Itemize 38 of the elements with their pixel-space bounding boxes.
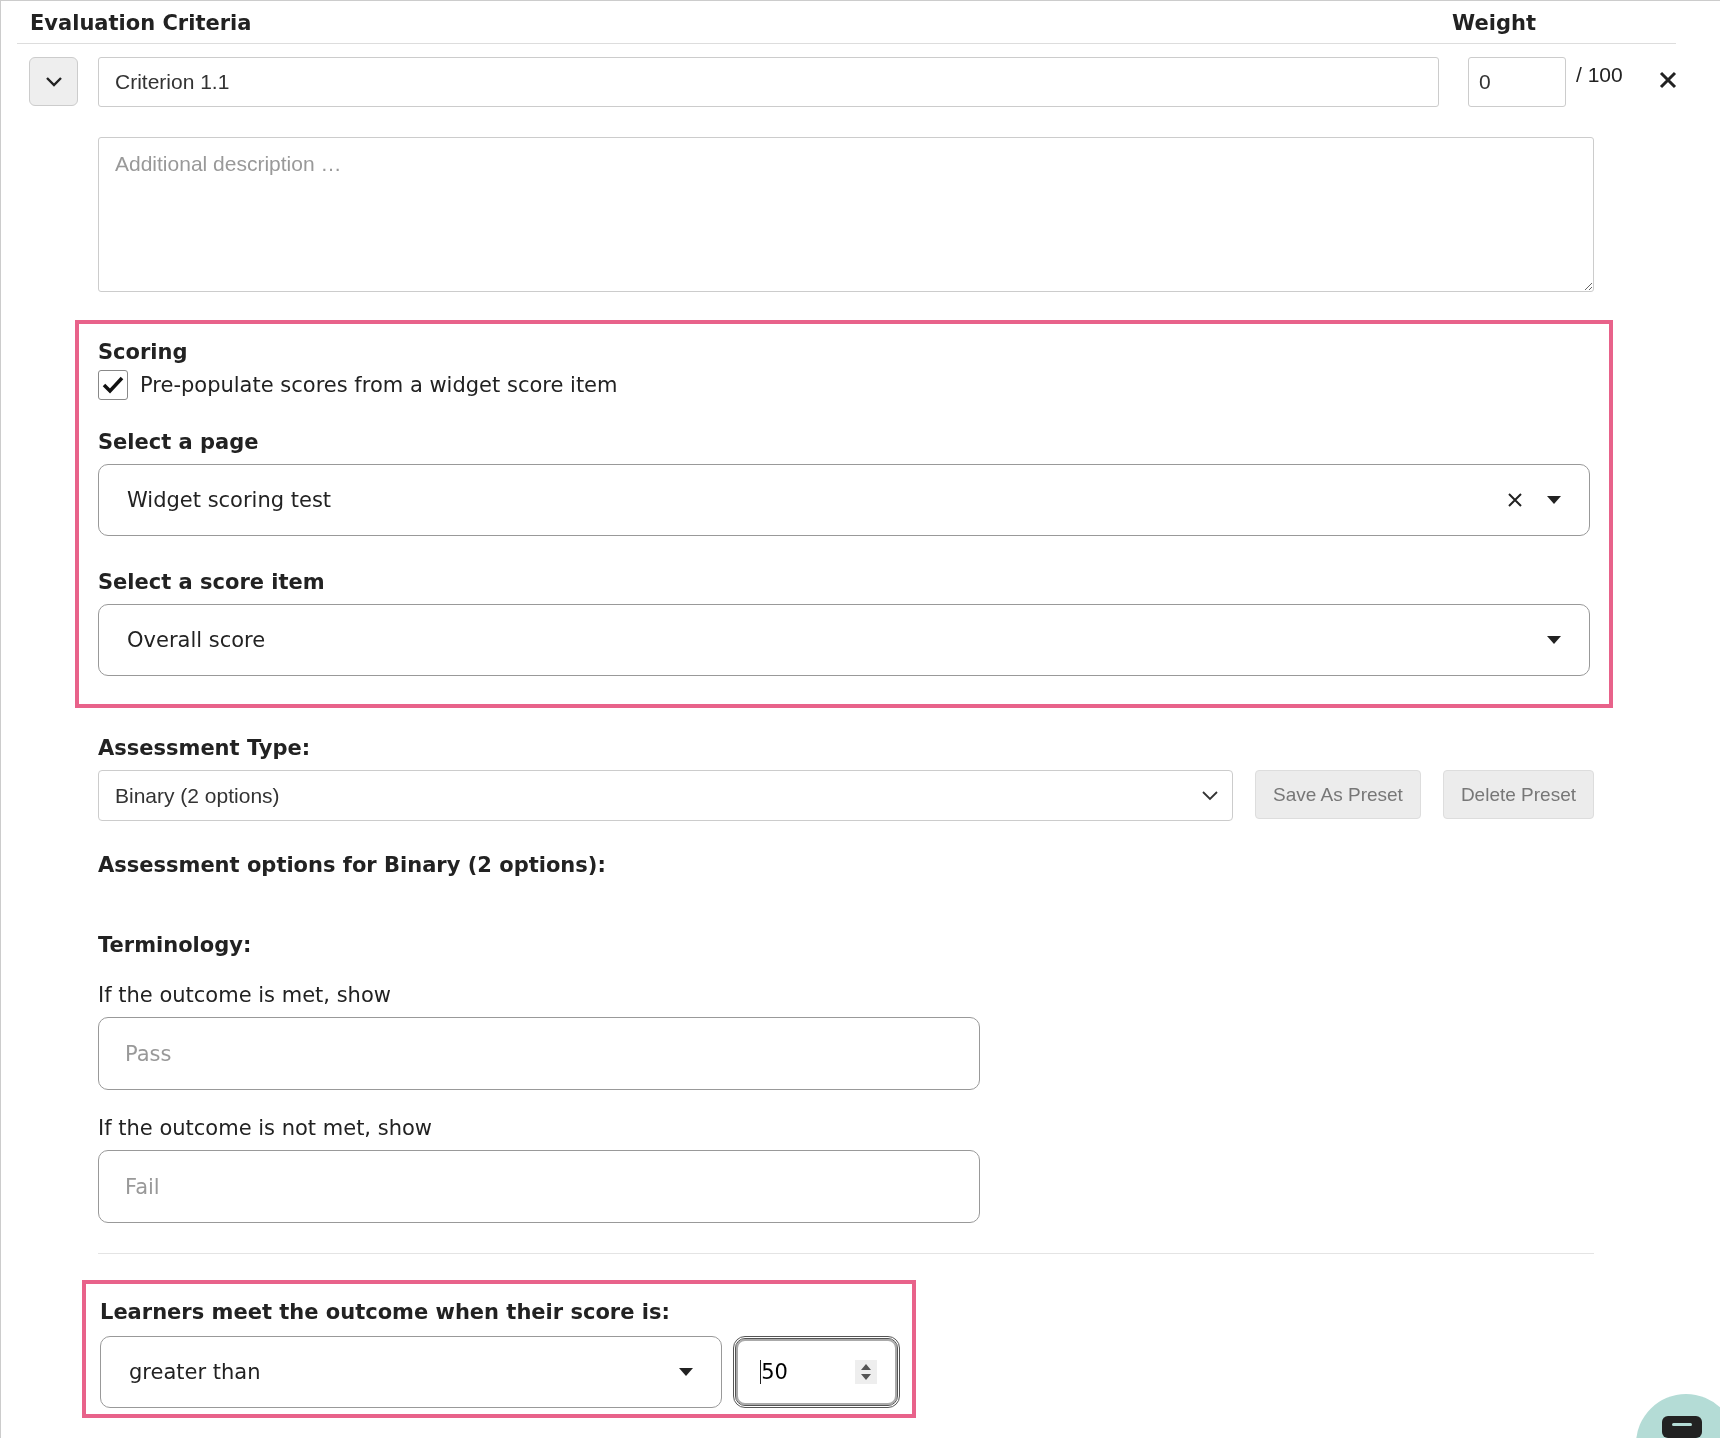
stepper-icon [855, 1360, 877, 1384]
field-label: If the outcome is met, show [98, 983, 392, 1007]
comparison-select[interactable]: greater than [100, 1336, 723, 1408]
chevron-icon [1201, 790, 1218, 801]
caret-icon [679, 1368, 694, 1376]
preset-button[interactable]: Delete Preset [1442, 770, 1594, 819]
section-title: Assessment options for Binary (2 options): [98, 853, 607, 877]
select-dropdown[interactable]: Overall score [98, 604, 1590, 676]
input-field[interactable]: Fail [98, 1150, 980, 1223]
close-button[interactable] [1658, 71, 1677, 89]
field-label: Learners meet the outcome when their score is: [100, 1300, 671, 1324]
weight-field[interactable]: 0 [1468, 57, 1566, 107]
close-icon [1658, 71, 1677, 89]
field-label: Assessment Type: [98, 736, 312, 760]
column-header: Weight [1452, 11, 1536, 35]
select-dropdown[interactable]: Widget scoring test [98, 464, 1590, 536]
caret-icon [1547, 636, 1561, 644]
clear-button[interactable] [1507, 492, 1523, 508]
section-title: Terminology: [98, 933, 253, 957]
score-field[interactable]: 50 [733, 1336, 900, 1408]
section-title: Scoring [98, 340, 189, 364]
close-icon [1507, 492, 1523, 508]
checkbox[interactable] [98, 370, 128, 400]
criterion-name-field[interactable]: Criterion 1.1 [98, 57, 1439, 107]
field-label: Select a score item [98, 570, 326, 594]
field-label: If the outcome is not met, show [98, 1116, 433, 1140]
checkmark-icon [102, 376, 124, 394]
input-field[interactable]: Pass [98, 1017, 980, 1090]
field-label: Select a page [98, 430, 260, 454]
section-title: Evaluation Criteria [30, 11, 252, 35]
preset-button[interactable]: Save As Preset [1254, 770, 1421, 819]
description-field[interactable]: Additional description … [98, 137, 1594, 292]
checkbox-label: Pre-populate scores from a widget score item [140, 373, 618, 397]
chat-icon [1662, 1416, 1702, 1438]
chevron-icon [44, 76, 63, 87]
weight-max-label: / 100 [1576, 63, 1623, 87]
assessment-type-select[interactable]: Binary (2 options) [98, 770, 1233, 821]
caret-icon [1547, 496, 1561, 504]
